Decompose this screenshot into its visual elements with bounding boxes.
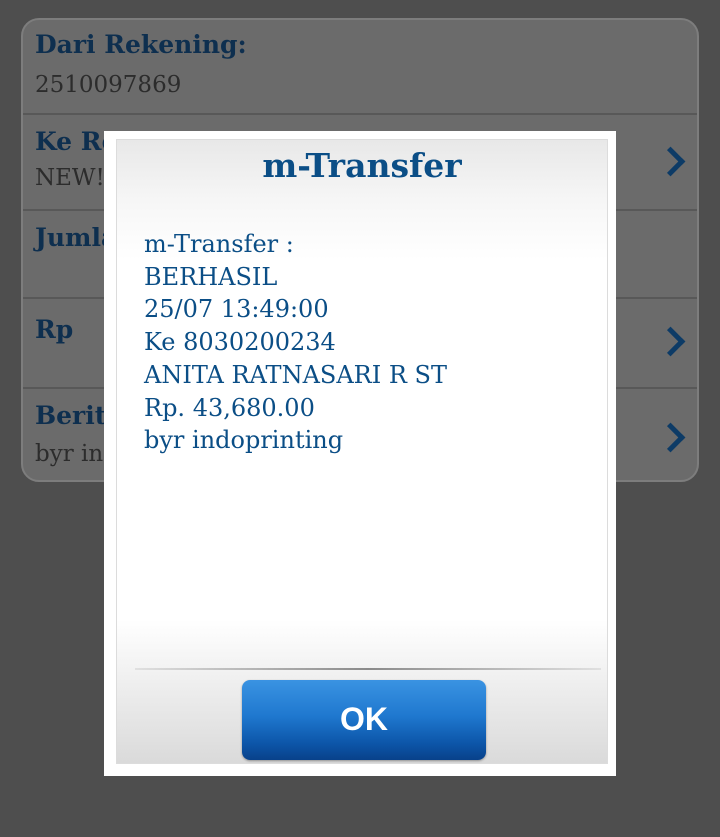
message-line: m-Transfer : xyxy=(144,230,294,258)
from-account-label: Dari Rekening: xyxy=(35,30,247,59)
message-line: BERHASIL xyxy=(144,262,278,291)
dialog-divider xyxy=(135,668,601,670)
message-line: ANITA RATNASARI R ST xyxy=(144,360,447,389)
ok-button[interactable]: OK xyxy=(242,680,486,760)
chevron-right-icon xyxy=(655,146,686,177)
chevron-right-icon xyxy=(655,422,686,453)
message-line: Rp. 43,680.00 xyxy=(144,393,315,422)
message-line: Ke 8030200234 xyxy=(144,328,336,357)
chevron-right-icon xyxy=(655,326,686,357)
dialog-title: m-Transfer xyxy=(262,146,462,185)
to-account-value: NEW! xyxy=(35,165,105,191)
message-line: 25/07 13:49:00 xyxy=(144,295,329,324)
message-line: byr indoprinting xyxy=(144,426,344,455)
dialog-panel: m-Transfer m-Transfer : BERHASIL 25/07 1… xyxy=(116,139,608,764)
currency-label: Rp xyxy=(35,315,74,344)
dialog-message: m-Transfer : BERHASIL 25/07 13:49:00 Ke … xyxy=(144,228,447,457)
transfer-result-dialog: m-Transfer m-Transfer : BERHASIL 25/07 1… xyxy=(104,131,616,776)
from-account-row: Dari Rekening: 2510097869 xyxy=(23,20,697,115)
from-account-value: 2510097869 xyxy=(35,72,182,98)
